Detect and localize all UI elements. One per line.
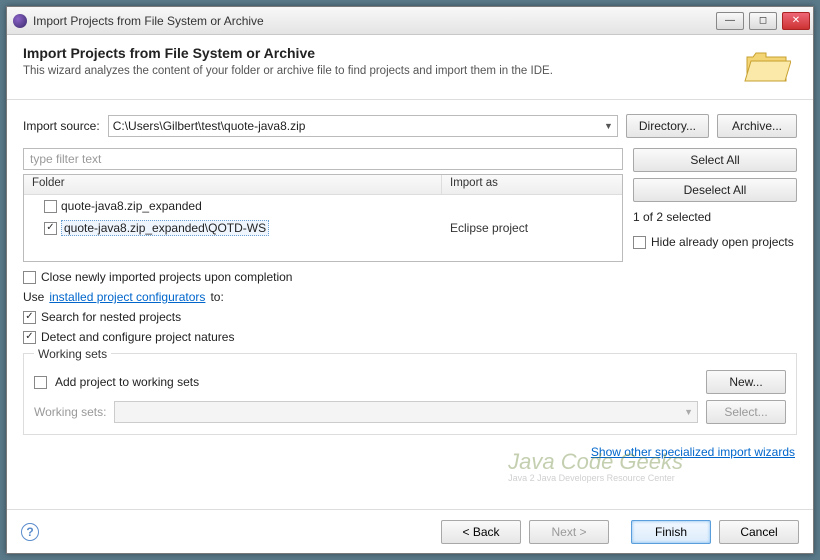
back-button[interactable]: < Back bbox=[441, 520, 521, 544]
close-on-complete-label: Close newly imported projects upon compl… bbox=[41, 270, 292, 284]
working-sets-label: Working sets: bbox=[34, 405, 106, 419]
chevron-down-icon: ▼ bbox=[684, 407, 693, 417]
add-to-working-sets-checkbox[interactable] bbox=[34, 376, 47, 389]
import-source-value: C:\Users\Gilbert\test\quote-java8.zip bbox=[113, 119, 604, 133]
archive-button[interactable]: Archive... bbox=[717, 114, 797, 138]
hide-open-label: Hide already open projects bbox=[651, 235, 794, 249]
hide-open-checkbox[interactable] bbox=[633, 236, 646, 249]
column-folder[interactable]: Folder bbox=[24, 175, 442, 194]
select-working-set-button: Select... bbox=[706, 400, 786, 424]
page-description: This wizard analyzes the content of your… bbox=[23, 65, 743, 77]
next-button: Next > bbox=[529, 520, 609, 544]
chevron-down-icon: ▼ bbox=[604, 121, 613, 131]
import-source-combo[interactable]: C:\Users\Gilbert\test\quote-java8.zip ▼ bbox=[108, 115, 618, 137]
close-on-complete-checkbox[interactable] bbox=[23, 271, 36, 284]
row-checkbox[interactable] bbox=[44, 200, 57, 213]
working-sets-combo: ▼ bbox=[114, 401, 698, 423]
deselect-all-button[interactable]: Deselect All bbox=[633, 178, 797, 202]
titlebar[interactable]: Import Projects from File System or Arch… bbox=[7, 7, 813, 35]
folder-open-icon bbox=[743, 47, 791, 87]
installed-configurators-link[interactable]: installed project configurators bbox=[49, 290, 205, 304]
wizard-header: Import Projects from File System or Arch… bbox=[7, 35, 813, 100]
new-working-set-button[interactable]: New... bbox=[706, 370, 786, 394]
page-title: Import Projects from File System or Arch… bbox=[23, 45, 743, 61]
row-import-as: Eclipse project bbox=[442, 221, 622, 235]
detect-natures-checkbox[interactable] bbox=[23, 331, 36, 344]
column-import-as[interactable]: Import as bbox=[442, 175, 622, 194]
watermark: Java Code Geeks Java 2 Java Developers R… bbox=[508, 449, 683, 483]
search-nested-checkbox[interactable] bbox=[23, 311, 36, 324]
selection-count: 1 of 2 selected bbox=[633, 208, 797, 226]
directory-button[interactable]: Directory... bbox=[626, 114, 709, 138]
add-to-working-sets-label: Add project to working sets bbox=[55, 375, 698, 389]
table-row[interactable]: quote-java8.zip_expanded bbox=[24, 195, 622, 217]
row-folder: quote-java8.zip_expanded\QOTD-WS bbox=[61, 220, 269, 236]
use-configurators-suffix: to: bbox=[210, 290, 223, 304]
table-row[interactable]: quote-java8.zip_expanded\QOTD-WS Eclipse… bbox=[24, 217, 622, 239]
working-sets-group: Working sets Add project to working sets… bbox=[23, 353, 797, 435]
detect-natures-label: Detect and configure project natures bbox=[41, 330, 234, 344]
use-configurators-prefix: Use bbox=[23, 290, 44, 304]
projects-table: Folder Import as quote-java8.zip_expande… bbox=[23, 174, 623, 262]
row-folder: quote-java8.zip_expanded bbox=[61, 199, 202, 213]
maximize-button[interactable]: ◻ bbox=[749, 12, 777, 30]
help-icon[interactable]: ? bbox=[21, 523, 39, 541]
search-nested-label: Search for nested projects bbox=[41, 310, 181, 324]
select-all-button[interactable]: Select All bbox=[633, 148, 797, 172]
import-source-label: Import source: bbox=[23, 119, 100, 133]
app-icon bbox=[13, 14, 27, 28]
close-button[interactable]: ✕ bbox=[782, 12, 810, 30]
cancel-button[interactable]: Cancel bbox=[719, 520, 799, 544]
filter-input[interactable]: type filter text bbox=[23, 148, 623, 170]
row-checkbox[interactable] bbox=[44, 222, 57, 235]
window-title: Import Projects from File System or Arch… bbox=[33, 14, 714, 28]
finish-button[interactable]: Finish bbox=[631, 520, 711, 544]
working-sets-legend: Working sets bbox=[34, 347, 111, 361]
minimize-button[interactable]: — bbox=[716, 12, 744, 30]
dialog-window: Import Projects from File System or Arch… bbox=[6, 6, 814, 554]
wizard-footer: ? < Back Next > Finish Cancel bbox=[7, 509, 813, 553]
